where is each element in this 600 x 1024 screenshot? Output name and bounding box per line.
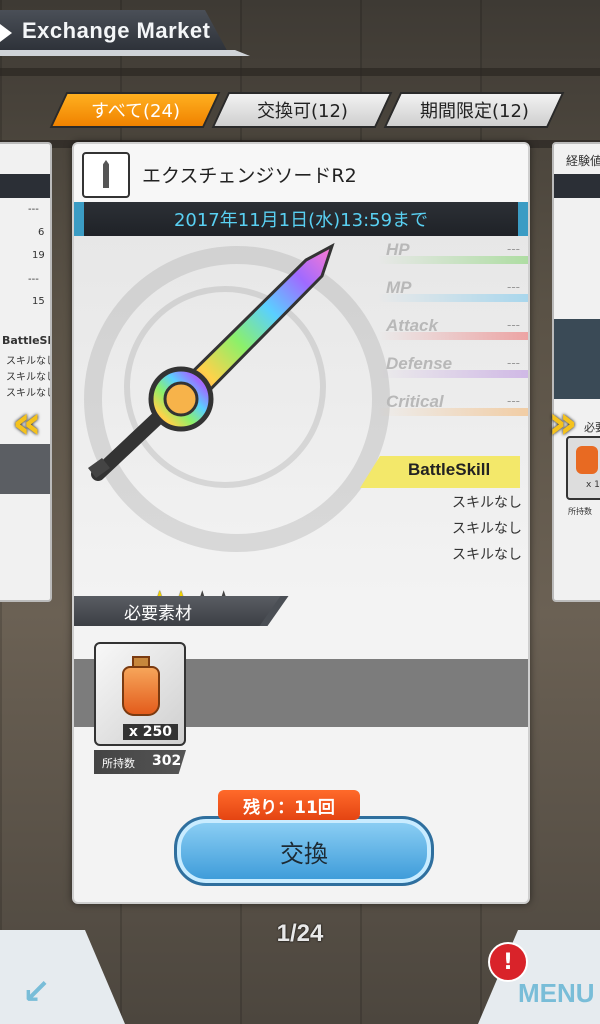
side-skill-line: スキルなし	[6, 372, 52, 383]
stat-hp: HP ---	[358, 238, 528, 266]
previous-arrow-icon[interactable]: «	[12, 395, 42, 449]
potion-bottle-icon	[122, 666, 160, 716]
header: Exchange Market	[0, 10, 250, 60]
side-owned-label: 所持数	[568, 507, 592, 516]
tab-label: 期間限定(12)	[419, 101, 529, 122]
previous-item-card[interactable]: --- 6 19 --- 15 BattleSkill スキルなし スキルなし …	[0, 142, 52, 602]
menu-button[interactable]: MENU	[518, 978, 595, 1009]
owned-label: 所持数	[102, 757, 135, 770]
side-skill-line: スキルなし	[6, 356, 52, 367]
side-badge: 必要	[584, 421, 600, 434]
page-title: Exchange Market	[22, 18, 211, 43]
side-material-qty: x 1	[586, 480, 600, 490]
next-item-card[interactable]: 経験値 必要 x 1 所持数	[552, 142, 600, 602]
alert-badge-icon: !	[488, 942, 528, 982]
item-card: エクスチェンジソードR2 2017年11月1日(水)13:59まで HP ---…	[72, 142, 530, 904]
header-accent	[0, 50, 250, 56]
side-stat-value: 15	[32, 296, 45, 307]
materials-header: 必要素材	[74, 596, 284, 626]
tab-label: すべて(24)	[90, 101, 180, 122]
stat-critical: Critical ---	[358, 390, 528, 418]
back-arrow-icon[interactable]: ↙	[22, 972, 51, 1012]
deadline-text: 2017年11月1日(水)13:59まで	[173, 210, 429, 231]
sword-category-icon	[82, 152, 130, 198]
item-art-area: HP --- MP --- Attack --- Defense --- Cri…	[74, 236, 528, 616]
stat-label: Attack	[386, 316, 438, 335]
battle-skill-line: スキルなし	[452, 547, 522, 563]
side-stat-value: ---	[28, 204, 39, 215]
owned-count: 所持数 302	[94, 750, 186, 774]
exchange-button-label: 交換	[280, 839, 328, 868]
material-quantity: x 250	[122, 724, 178, 740]
item-name: エクスチェンジソードR2	[142, 165, 357, 187]
side-skill-title: BattleSkill	[2, 334, 50, 347]
stat-value: ---	[507, 318, 520, 332]
battle-skill-line: スキルなし	[452, 495, 522, 511]
side-stat-value: ---	[28, 274, 39, 285]
side-stat-value: 19	[32, 250, 45, 261]
remaining-count-badge: 残り：11回	[218, 790, 360, 820]
stat-value: ---	[507, 356, 520, 370]
side-header-text: 経験値	[566, 154, 600, 168]
stat-label: Defense	[386, 354, 453, 373]
stat-mp: MP ---	[358, 276, 528, 304]
side-image-area	[554, 319, 600, 399]
header-triangle-icon	[0, 24, 12, 42]
stat-defense: Defense ---	[358, 352, 528, 380]
materials-title: 必要素材	[124, 603, 192, 624]
potion-bottle-icon	[576, 446, 598, 474]
stat-value: ---	[507, 280, 520, 294]
tab-exchangeable[interactable]: 交換可(12)	[211, 92, 393, 128]
tab-all[interactable]: すべて(24)	[49, 92, 221, 128]
material-item[interactable]: x 250	[94, 642, 186, 746]
owned-value: 302	[152, 753, 182, 769]
side-header-bar	[0, 174, 50, 198]
tab-label: 交換可(12)	[256, 101, 348, 122]
side-material-band	[0, 444, 50, 494]
next-arrow-icon[interactable]: »	[548, 395, 578, 449]
rainbow-sword-image	[88, 242, 335, 481]
stat-label: HP	[386, 240, 410, 259]
stat-attack: Attack ---	[358, 314, 528, 342]
stat-label: Critical	[386, 392, 444, 411]
background-shelf	[0, 68, 600, 76]
side-header-bar	[554, 174, 600, 198]
battle-skill-line: スキルなし	[452, 521, 522, 537]
deadline-banner: 2017年11月1日(水)13:59まで	[74, 202, 528, 236]
exchange-button[interactable]: 交換	[174, 816, 434, 886]
stat-label: MP	[386, 278, 412, 297]
battle-skill-title: BattleSkill	[408, 460, 491, 479]
tab-limited[interactable]: 期間限定(12)	[383, 92, 565, 128]
side-stat-value: 6	[38, 227, 45, 238]
card-header: エクスチェンジソードR2	[74, 144, 528, 202]
stat-value: ---	[507, 394, 520, 408]
stat-value: ---	[507, 242, 520, 256]
